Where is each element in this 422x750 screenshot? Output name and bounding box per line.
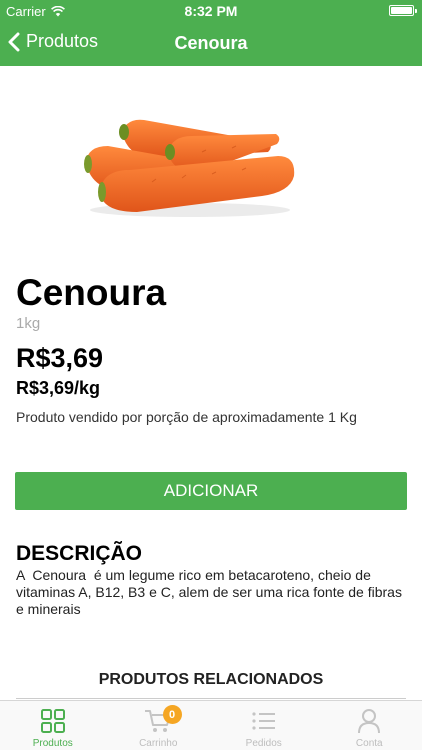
status-time: 8:32 PM bbox=[184, 3, 238, 19]
status-bar: Carrier 8:32 PM bbox=[0, 0, 422, 22]
tab-conta[interactable]: Conta bbox=[317, 701, 422, 750]
tab-label: Conta bbox=[355, 738, 383, 749]
product-price: R$3,69 bbox=[16, 343, 104, 373]
tab-label: Pedidos bbox=[245, 738, 282, 749]
product-unit: 1kg bbox=[16, 315, 41, 332]
description-text: A Cenoura é um legume rico em betacarote… bbox=[16, 567, 406, 617]
product-image bbox=[84, 119, 295, 217]
description-title: DESCRIÇÃO bbox=[16, 542, 143, 565]
related-divider bbox=[16, 698, 406, 699]
tab-pedidos[interactable]: Pedidos bbox=[211, 701, 317, 750]
back-button-label: Produtos bbox=[26, 31, 99, 51]
list-icon bbox=[250, 707, 278, 735]
user-icon bbox=[355, 707, 383, 735]
product-note: Produto vendido por porção de aproximada… bbox=[16, 409, 357, 425]
related-products-title: PRODUTOS RELACIONADOS bbox=[98, 671, 324, 688]
chevron-left-icon bbox=[8, 32, 20, 51]
battery-icon bbox=[389, 5, 417, 16]
product-price-per-kg: R$3,69/kg bbox=[16, 378, 101, 398]
back-button[interactable]: Produtos bbox=[8, 31, 98, 52]
product-name: Cenoura bbox=[16, 272, 167, 313]
add-to-cart-button[interactable]: ADICIONAR bbox=[15, 472, 407, 510]
tab-carrinho[interactable]: 0 Carrinho bbox=[106, 701, 212, 750]
tab-label: Carrinho bbox=[139, 738, 178, 749]
tab-produtos[interactable]: Produtos bbox=[0, 701, 106, 750]
cart-badge: 0 bbox=[162, 705, 182, 724]
navigation-header: Carrier 8:32 PM Produtos Cenoura bbox=[0, 0, 422, 66]
grid-icon bbox=[39, 707, 67, 735]
tab-label: Produtos bbox=[32, 738, 73, 749]
tab-bar: Produtos 0 Carrinho Pedidos Conta bbox=[0, 700, 422, 750]
